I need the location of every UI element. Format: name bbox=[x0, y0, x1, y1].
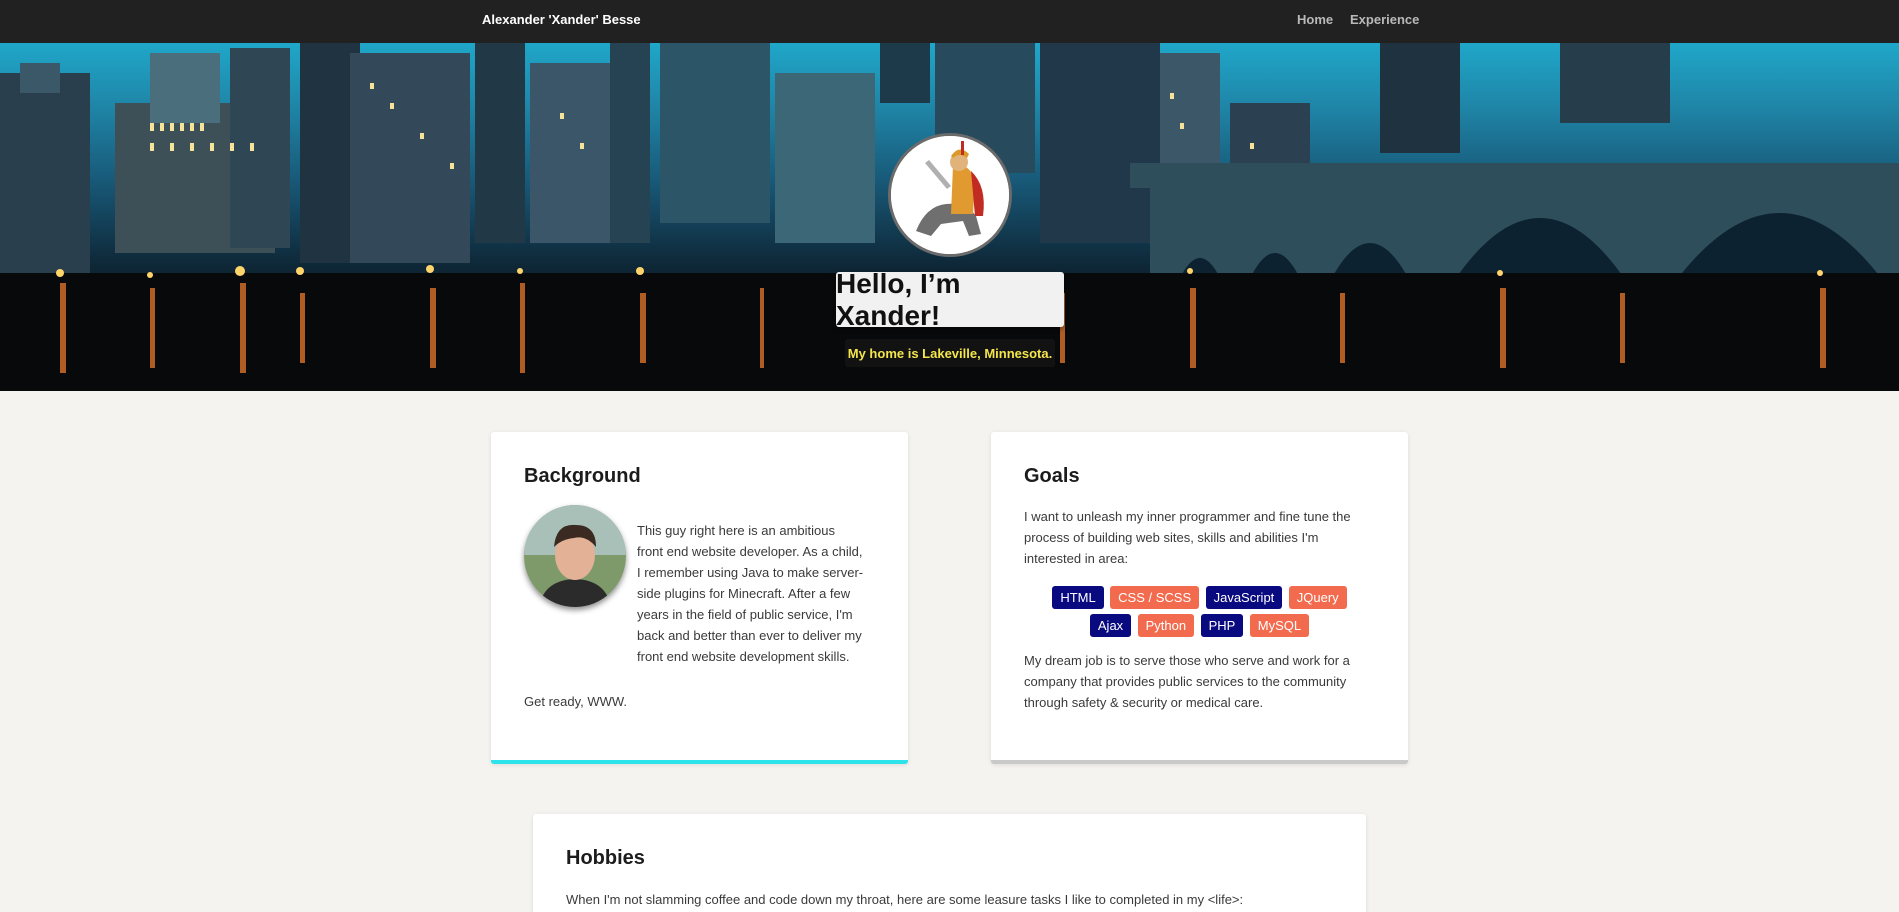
tag-python: Python bbox=[1137, 614, 1195, 637]
skill-tags: HTML CSS / SCSS JavaScript JQuery Ajax P… bbox=[1011, 584, 1388, 640]
hero-subtitle-box: My home is Lakeville, Minnesota. bbox=[845, 339, 1055, 367]
hero-banner: Hello, I’m Xander! My home is Lakeville,… bbox=[0, 43, 1899, 391]
tag-html: HTML bbox=[1052, 586, 1104, 609]
background-closing: Get ready, WWW. bbox=[524, 694, 628, 709]
tag-ajax: Ajax bbox=[1089, 614, 1132, 637]
nav-experience-link[interactable]: Experience bbox=[1350, 12, 1419, 27]
hobbies-intro: When I'm not slamming coffee and code do… bbox=[566, 892, 1244, 907]
goals-heading: Goals bbox=[1024, 465, 1080, 487]
knight-avatar-image bbox=[888, 133, 1012, 257]
hero-title-box: Hello, I’m Xander! bbox=[836, 268, 1064, 331]
navbar: Alexander 'Xander' Besse Home Experience bbox=[0, 0, 1899, 43]
goals-dream: My dream job is to serve those who serve… bbox=[1024, 653, 1350, 710]
tag-javascript: JavaScript bbox=[1205, 586, 1283, 609]
tag-mysql: MySQL bbox=[1249, 614, 1310, 637]
tag-css-scss: CSS / SCSS bbox=[1110, 586, 1200, 609]
tag-php: PHP bbox=[1200, 614, 1244, 637]
nav-home-link[interactable]: Home bbox=[1297, 12, 1333, 27]
goals-card: Goals I want to unleash my inner program… bbox=[991, 432, 1408, 764]
hero-subtitle: My home is Lakeville, Minnesota. bbox=[847, 345, 1053, 361]
tag-jquery: JQuery bbox=[1288, 586, 1347, 609]
hobbies-heading: Hobbies bbox=[566, 847, 645, 869]
brand-link[interactable]: Alexander 'Xander' Besse bbox=[482, 12, 641, 27]
background-card: Background This guy right here is an amb… bbox=[491, 432, 908, 764]
hobbies-card: Hobbies When I'm not slamming coffee and… bbox=[533, 814, 1366, 912]
goals-intro: I want to unleash my inner programmer an… bbox=[1024, 509, 1351, 566]
background-paragraph-wrap: This guy right here is an ambitious fron… bbox=[524, 520, 864, 667]
background-heading: Background bbox=[524, 465, 641, 487]
hero-title: Hello, I’m Xander! bbox=[836, 267, 961, 331]
